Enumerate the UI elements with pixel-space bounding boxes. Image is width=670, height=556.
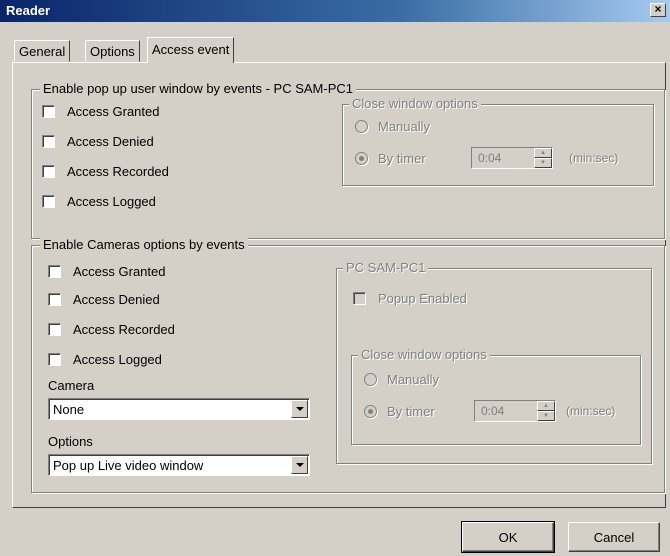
- checkbox-box[interactable]: [48, 323, 61, 336]
- chevron-down-icon[interactable]: [291, 400, 308, 418]
- radio-label: Manually: [387, 372, 440, 387]
- timer-stepper[interactable]: 0:04 ▲ ▼: [471, 147, 553, 169]
- spin-up-icon[interactable]: ▲: [537, 401, 555, 411]
- checkbox-box[interactable]: [42, 105, 55, 118]
- options-label: Options: [48, 434, 93, 449]
- radio-circle[interactable]: [364, 373, 377, 386]
- checkbox-box[interactable]: [48, 293, 61, 306]
- checkbox-label: Access Granted: [73, 264, 166, 279]
- group-legend: Enable pop up user window by events - PC…: [40, 81, 356, 96]
- timer-unit: (min:sec): [569, 151, 619, 165]
- checkbox-label: Access Denied: [73, 292, 160, 307]
- popup-access-logged-checkbox[interactable]: Access Logged: [42, 194, 156, 209]
- popup-access-granted-checkbox[interactable]: Access Granted: [42, 104, 160, 119]
- radio-label: By timer: [387, 404, 435, 419]
- tab-label: Access event: [152, 42, 230, 57]
- pc-sam-group: PC SAM-PC1 Popup Enabled Close window op…: [336, 260, 652, 464]
- camera-access-granted-checkbox[interactable]: Access Granted: [48, 264, 166, 279]
- tab-options[interactable]: Options: [85, 40, 140, 62]
- camera-access-denied-checkbox[interactable]: Access Denied: [48, 292, 160, 307]
- cameras-events-group: Enable Cameras options by events Access …: [31, 237, 665, 493]
- by-timer-radio[interactable]: By timer: [364, 404, 435, 419]
- title-bar: Reader ×: [0, 0, 670, 22]
- timer-stepper[interactable]: 0:04 ▲ ▼: [474, 400, 556, 422]
- options-select[interactable]: Pop up Live video window: [48, 454, 310, 476]
- group-legend: Close window options: [349, 96, 481, 111]
- close-window-options-group: Close window options Manually By timer 0…: [351, 347, 641, 445]
- popup-events-group: Enable pop up user window by events - PC…: [31, 81, 665, 239]
- camera-access-recorded-checkbox[interactable]: Access Recorded: [48, 322, 175, 337]
- checkbox-box[interactable]: [353, 292, 366, 305]
- manually-radio[interactable]: Manually: [355, 119, 430, 134]
- checkbox-label: Access Recorded: [67, 164, 169, 179]
- tab-label: Options: [90, 44, 135, 59]
- checkbox-label: Access Logged: [73, 352, 162, 367]
- ok-button[interactable]: OK: [461, 521, 555, 553]
- popup-access-denied-checkbox[interactable]: Access Denied: [42, 134, 154, 149]
- camera-access-logged-checkbox[interactable]: Access Logged: [48, 352, 162, 367]
- spin-down-icon[interactable]: ▼: [534, 158, 552, 168]
- cancel-button[interactable]: Cancel: [568, 522, 660, 552]
- tab-access-event[interactable]: Access event: [147, 37, 235, 63]
- checkbox-box[interactable]: [48, 265, 61, 278]
- radio-circle[interactable]: [364, 405, 377, 418]
- select-value: Pop up Live video window: [53, 458, 204, 473]
- checkbox-box[interactable]: [42, 195, 55, 208]
- manually-radio[interactable]: Manually: [364, 372, 439, 387]
- checkbox-label: Access Logged: [67, 194, 156, 209]
- checkbox-label: Access Granted: [67, 104, 160, 119]
- select-value: None: [53, 402, 85, 417]
- radio-circle[interactable]: [355, 120, 368, 133]
- group-legend: Enable Cameras options by events: [40, 237, 248, 252]
- tab-label: General: [19, 44, 66, 59]
- popup-enabled-checkbox[interactable]: Popup Enabled: [353, 291, 467, 306]
- radio-label: By timer: [378, 151, 426, 166]
- timer-value[interactable]: 0:04: [472, 148, 534, 168]
- close-window-options-group: Close window options Manually By timer 0…: [342, 96, 654, 186]
- window-title: Reader: [6, 3, 51, 18]
- checkbox-box[interactable]: [42, 165, 55, 178]
- camera-select[interactable]: None: [48, 398, 310, 420]
- camera-label: Camera: [48, 378, 95, 393]
- radio-label: Manually: [378, 119, 431, 134]
- tab-panel-access-event: Enable pop up user window by events - PC…: [12, 62, 666, 508]
- group-legend: PC SAM-PC1: [343, 260, 429, 275]
- timer-unit: (min:sec): [566, 404, 616, 418]
- popup-access-recorded-checkbox[interactable]: Access Recorded: [42, 164, 169, 179]
- spin-down-icon[interactable]: ▼: [537, 411, 555, 421]
- spin-up-icon[interactable]: ▲: [534, 148, 552, 158]
- timer-value[interactable]: 0:04: [475, 401, 537, 421]
- checkbox-box[interactable]: [42, 135, 55, 148]
- chevron-down-icon[interactable]: [291, 456, 308, 474]
- checkbox-box[interactable]: [48, 353, 61, 366]
- checkbox-label: Access Denied: [67, 134, 154, 149]
- tab-general[interactable]: General: [14, 40, 71, 62]
- by-timer-radio[interactable]: By timer: [355, 151, 426, 166]
- group-legend: Close window options: [358, 347, 490, 362]
- checkbox-label: Access Recorded: [73, 322, 175, 337]
- checkbox-label: Popup Enabled: [378, 291, 467, 306]
- close-icon[interactable]: ×: [650, 3, 666, 17]
- radio-circle[interactable]: [355, 152, 368, 165]
